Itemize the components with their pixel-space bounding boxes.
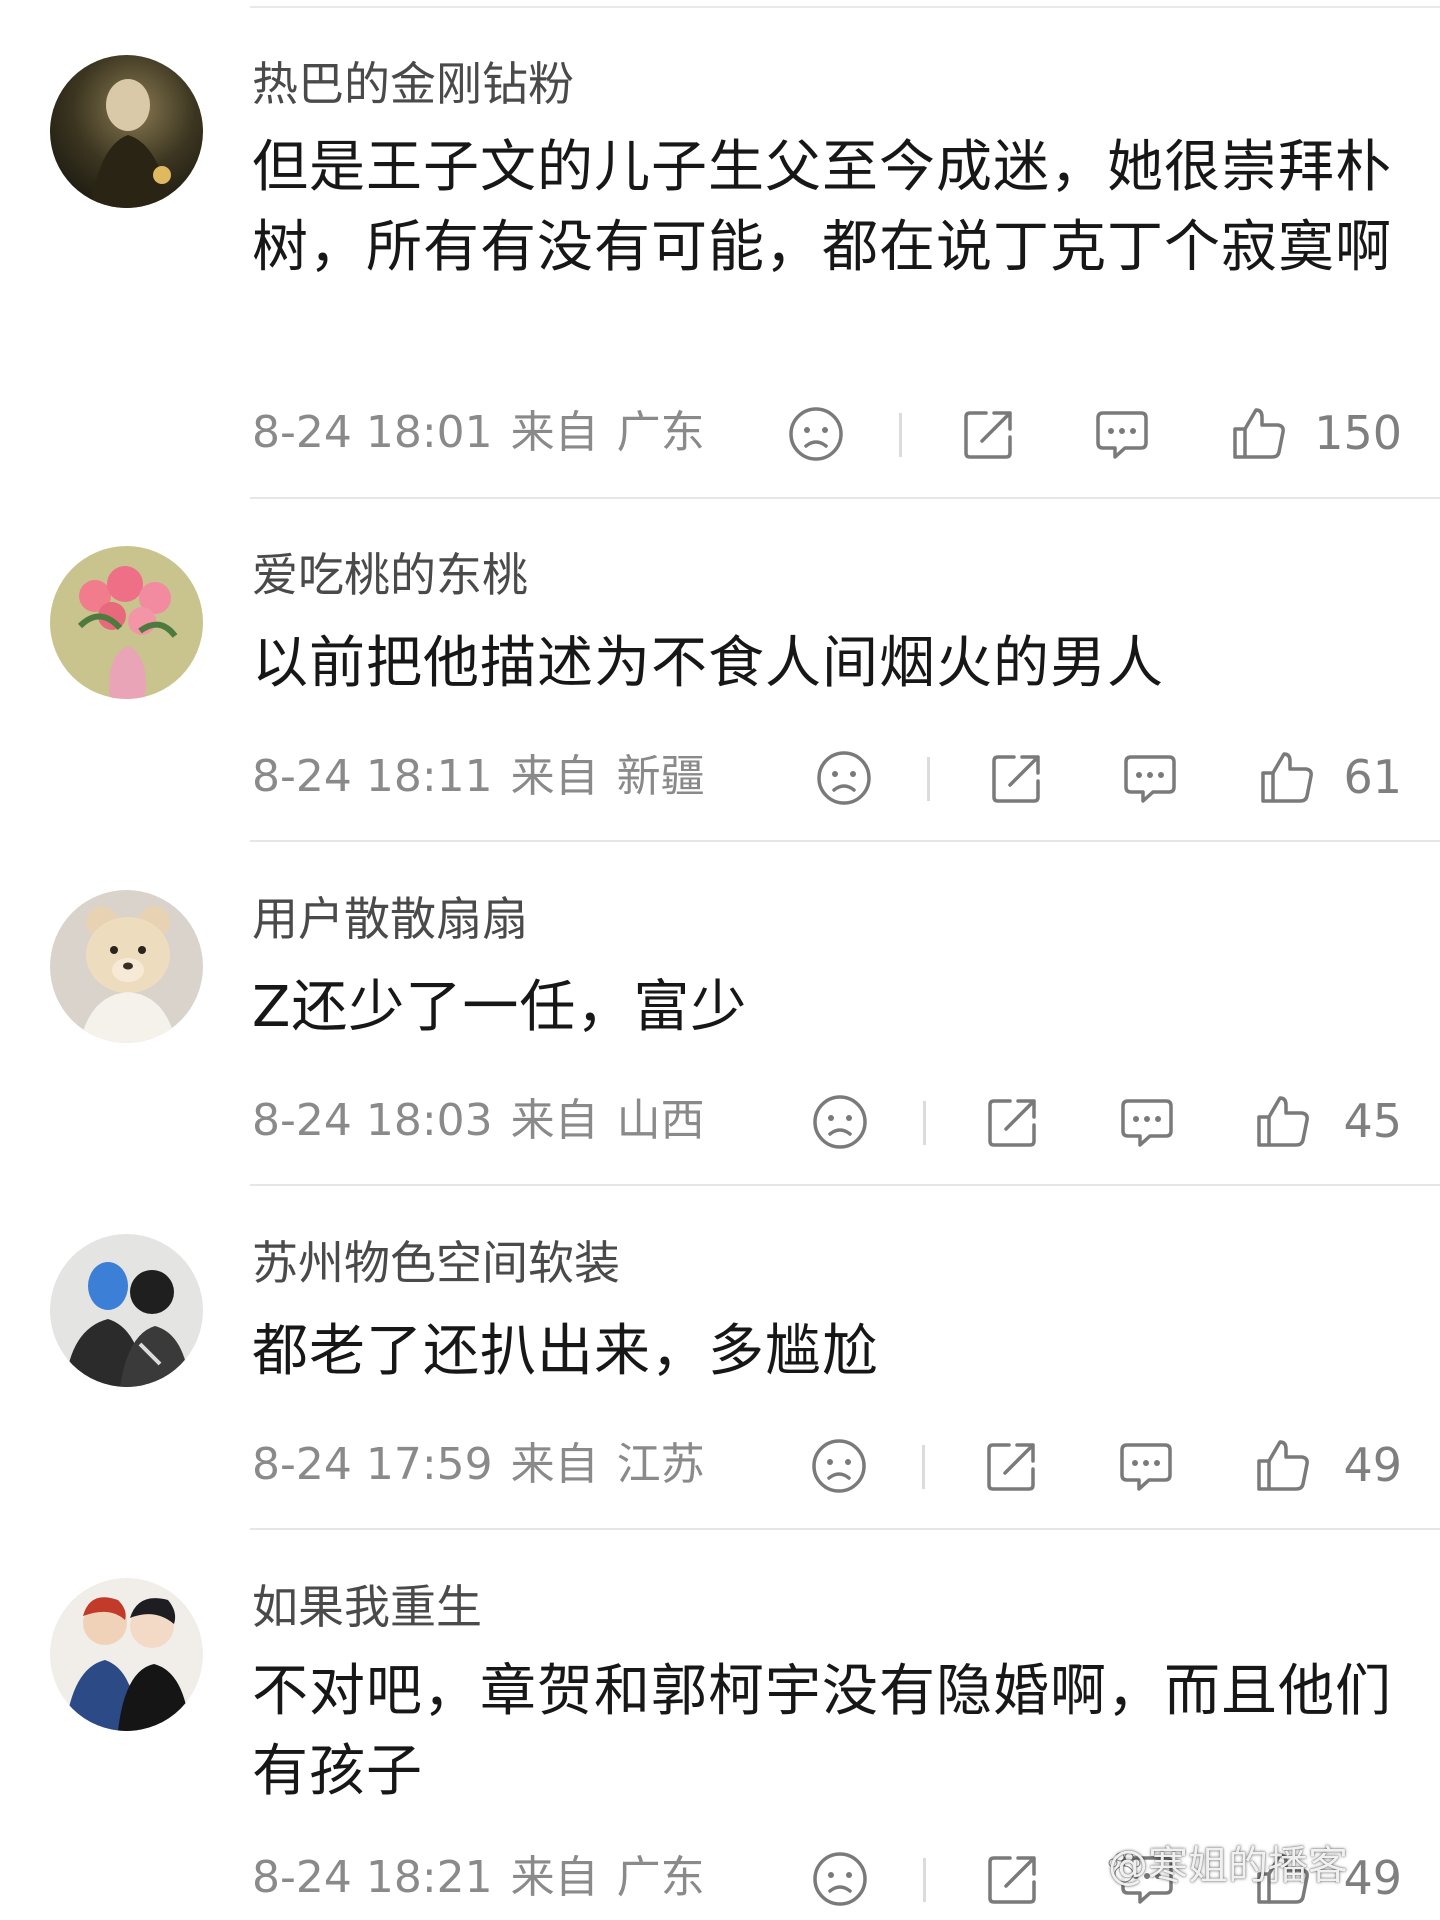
username[interactable]: 如果我重生 <box>252 1578 482 1636</box>
top-divider <box>250 6 1440 8</box>
sad-face-icon[interactable] <box>811 1850 869 1908</box>
comment-bubble-icon[interactable] <box>1093 405 1151 463</box>
comment-meta: 8-24 17:59 来自 江苏 49 <box>252 1435 1402 1495</box>
comment-text: 不对吧，章贺和郭柯宇没有隐婚啊，而且他们有孩子 <box>252 1659 1392 1804</box>
divider-bar <box>899 413 902 457</box>
share-icon[interactable] <box>984 1850 1042 1908</box>
avatar-image <box>50 890 203 1043</box>
comment-location: 江苏 <box>616 1439 705 1490</box>
comment-text: Z还少了一任，富少 <box>252 975 748 1040</box>
avatar[interactable] <box>50 55 203 208</box>
share-icon[interactable] <box>960 405 1018 463</box>
avatar-image <box>50 55 203 208</box>
username[interactable]: 苏州物色空间软装 <box>252 1234 620 1292</box>
comment-time: 8-24 17:59 <box>252 1439 493 1490</box>
divider-bar <box>927 757 930 801</box>
avatar[interactable] <box>50 1578 203 1731</box>
divider-bar <box>923 1101 926 1145</box>
sad-face-icon[interactable] <box>787 405 845 463</box>
avatar[interactable] <box>50 546 203 699</box>
comment-text: 以前把他描述为不食人间烟火的男人 <box>252 631 1164 696</box>
comment-meta: 8-24 18:11 来自 新疆 61 <box>252 747 1402 807</box>
meta-info: 8-24 18:03 来自 山西 <box>252 1091 705 1151</box>
from-label: 来自 <box>510 1095 599 1146</box>
comment-time: 8-24 18:21 <box>252 1852 493 1903</box>
from-label: 来自 <box>510 1852 599 1903</box>
from-label: 来自 <box>510 1439 599 1490</box>
comment-text: 都老了还扒出来，多尴尬 <box>252 1319 879 1384</box>
avatar[interactable] <box>50 1234 203 1387</box>
comment-bubble-icon[interactable] <box>1117 1437 1175 1495</box>
like-count: 61 <box>1343 750 1402 804</box>
avatar-image <box>50 1234 203 1387</box>
avatar-image <box>50 1578 203 1731</box>
meta-info: 8-24 18:11 来自 新疆 <box>252 747 705 807</box>
comment-location: 广东 <box>616 407 705 458</box>
comment-divider <box>250 497 1440 499</box>
meta-info: 8-24 17:59 来自 江苏 <box>252 1435 705 1495</box>
like-count: 49 <box>1343 1851 1402 1905</box>
share-icon[interactable] <box>988 749 1046 807</box>
divider-bar <box>923 1858 926 1902</box>
comment-bubble-icon[interactable] <box>1118 1093 1176 1151</box>
sad-face-icon[interactable] <box>811 1093 869 1151</box>
username[interactable]: 用户散散扇扇 <box>252 890 528 948</box>
comment-divider <box>250 840 1440 842</box>
sad-face-icon[interactable] <box>810 1437 868 1495</box>
thumbs-up-icon[interactable] <box>1254 1437 1312 1495</box>
username[interactable]: 爱吃桃的东桃 <box>252 546 528 604</box>
username[interactable]: 热巴的金刚钻粉 <box>252 55 574 113</box>
avatar[interactable] <box>50 890 203 1043</box>
thumbs-up-icon[interactable] <box>1230 405 1288 463</box>
meta-info: 8-24 18:21 来自 广东 <box>252 1848 705 1908</box>
avatar-image <box>50 546 203 699</box>
divider-bar <box>922 1445 925 1489</box>
comment-divider <box>250 1184 1440 1186</box>
comment-location: 新疆 <box>616 751 705 802</box>
watermark: @寒姐的播客 <box>1108 1843 1348 1889</box>
from-label: 来自 <box>510 407 599 458</box>
comment-divider <box>250 1528 1440 1530</box>
comment-meta: 8-24 18:03 来自 山西 45 <box>252 1091 1402 1151</box>
thumbs-up-icon[interactable] <box>1258 749 1316 807</box>
comment-time: 8-24 18:03 <box>252 1095 493 1146</box>
comment-meta: 8-24 18:01 来自 广东 150 <box>252 403 1402 463</box>
comment-time: 8-24 18:11 <box>252 751 493 802</box>
like-count: 49 <box>1343 1438 1402 1492</box>
meta-info: 8-24 18:01 来自 广东 <box>252 403 705 463</box>
like-count: 45 <box>1343 1094 1402 1148</box>
comment-text: 但是王子文的儿子生父至今成迷，她很崇拜朴树，所有有没有可能，都在说丁克丁个寂寞啊 <box>252 135 1392 280</box>
sad-face-icon[interactable] <box>815 749 873 807</box>
share-icon[interactable] <box>983 1437 1041 1495</box>
from-label: 来自 <box>510 751 599 802</box>
comment-location: 山西 <box>616 1095 705 1146</box>
comment-bubble-icon[interactable] <box>1121 749 1179 807</box>
comment-time: 8-24 18:01 <box>252 407 493 458</box>
share-icon[interactable] <box>984 1093 1042 1151</box>
comment-location: 广东 <box>616 1852 705 1903</box>
like-count: 150 <box>1314 406 1402 460</box>
thumbs-up-icon[interactable] <box>1254 1093 1312 1151</box>
